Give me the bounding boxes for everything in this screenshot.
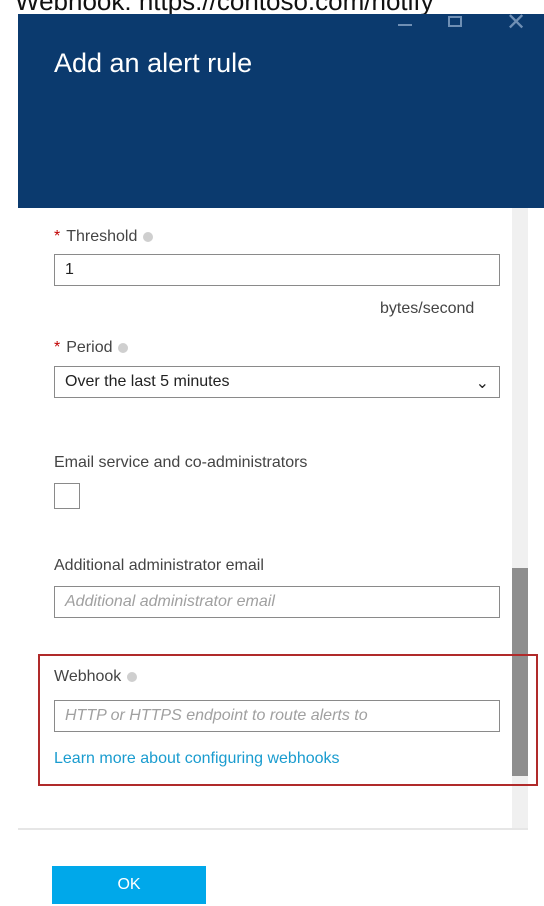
email-service-checkbox[interactable] (54, 483, 80, 509)
webhook-input[interactable]: HTTP or HTTPS endpoint to route alerts t… (54, 700, 500, 732)
info-icon[interactable] (127, 671, 138, 682)
period-label: Period (66, 339, 113, 356)
email-service-label: Email service and co-administrators (54, 454, 308, 471)
blade-title: Add an alert rule (54, 48, 253, 78)
required-mark: * (54, 228, 61, 245)
additional-email-placeholder: Additional administrator email (65, 593, 275, 610)
close-icon[interactable]: ✕ (506, 8, 526, 38)
additional-email-input[interactable]: Additional administrator email (54, 586, 500, 618)
threshold-input[interactable]: 1 (54, 254, 500, 286)
period-select[interactable]: Over the last 5 minutes ⌄ (54, 366, 500, 398)
threshold-label: Threshold (66, 228, 138, 245)
minimize-icon[interactable] (398, 24, 412, 26)
threshold-label-row: * Threshold (54, 228, 154, 246)
footer-divider (18, 828, 528, 830)
additional-email-label: Additional administrator email (54, 557, 264, 574)
webhook-label: Webhook (54, 668, 122, 685)
webhook-placeholder: HTTP or HTTPS endpoint to route alerts t… (65, 707, 368, 724)
webhook-label-row: Webhook (54, 668, 138, 686)
info-icon[interactable] (143, 231, 154, 242)
required-mark: * (54, 339, 61, 356)
period-label-row: * Period (54, 339, 129, 357)
threshold-value: 1 (65, 261, 74, 278)
webhook-help-link[interactable]: Learn more about configuring webhooks (54, 750, 340, 768)
info-icon[interactable] (118, 342, 129, 353)
maximize-icon[interactable] (448, 16, 462, 27)
period-selected-value: Over the last 5 minutes (65, 373, 230, 390)
threshold-unit: bytes/second (380, 300, 475, 317)
blade-header: Add an alert rule ✕ (18, 9, 544, 208)
chevron-down-icon: ⌄ (475, 375, 489, 392)
ok-button[interactable]: OK (52, 866, 206, 904)
